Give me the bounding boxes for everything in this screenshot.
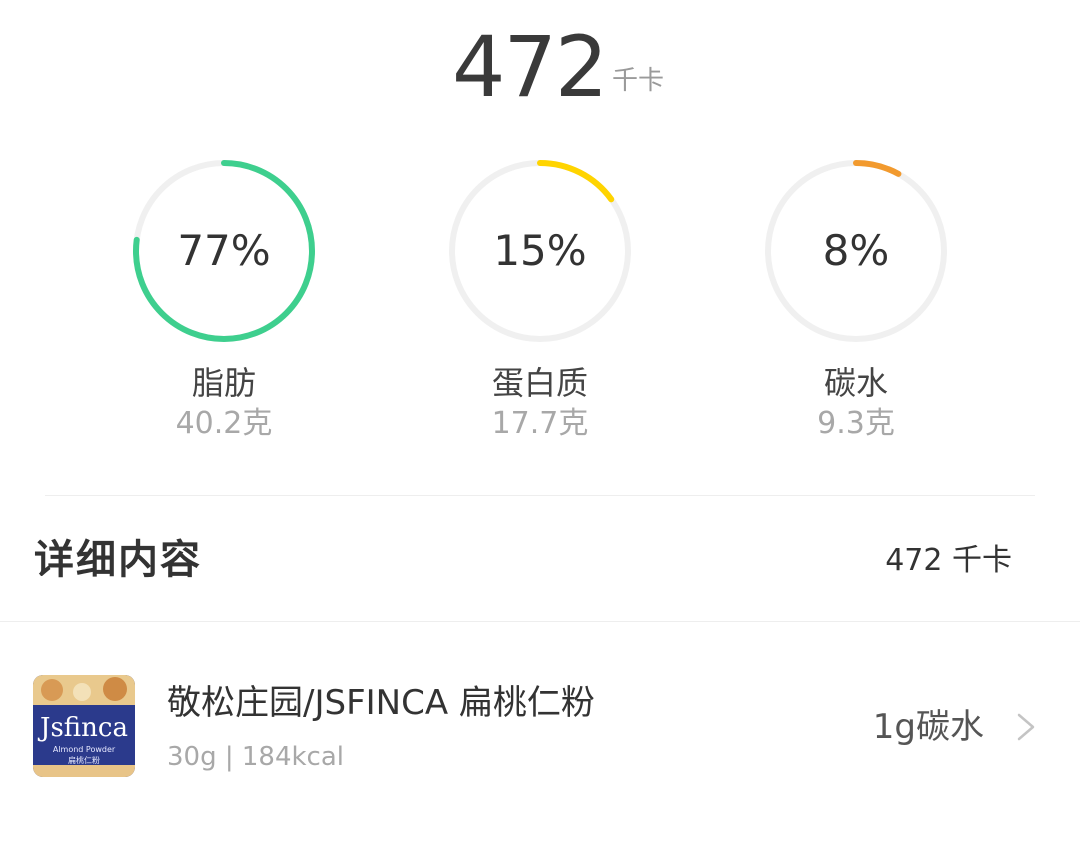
macro-fat: 77% 脂肪 40.2克 <box>124 155 324 455</box>
protein-percent: 15% <box>493 226 587 275</box>
carbs-percent: 8% <box>822 226 890 275</box>
food-thumbnail-subtitle: Almond Powder <box>52 745 116 754</box>
food-thumbnail-decor <box>103 677 127 701</box>
food-thumbnail-decor <box>73 683 91 701</box>
fat-label: 脂肪 <box>191 364 256 402</box>
food-serving-info: 30g | 184kcal <box>167 742 345 772</box>
food-thumbnail-bottom <box>33 765 135 777</box>
food-name: 敬松庄园/JSFINCA 扁桃仁粉 <box>167 683 595 723</box>
macro-carbs: 8% 碳水 9.3克 <box>756 155 956 455</box>
section-divider <box>45 495 1035 496</box>
total-calories-unit: 千卡 <box>612 66 665 96</box>
fat-grams: 40.2克 <box>175 406 273 441</box>
food-thumbnail-decor <box>41 679 63 701</box>
food-thumbnail-brand: Jsfinca <box>40 713 128 743</box>
protein-grams: 17.7克 <box>491 406 589 441</box>
fat-percent: 77% <box>177 226 271 275</box>
carbs-label: 碳水 <box>823 364 888 402</box>
detail-total-calories: 472 千卡 <box>885 543 1012 578</box>
detail-section-title: 详细内容 <box>34 537 202 583</box>
carbs-grams: 9.3克 <box>817 406 895 441</box>
protein-label: 蛋白质 <box>491 364 588 402</box>
detail-divider <box>0 621 1080 622</box>
food-macro-value: 1g碳水 <box>872 707 984 747</box>
chevron-right-icon[interactable] <box>1016 712 1036 742</box>
macro-protein: 15% 蛋白质 17.7克 <box>440 155 640 455</box>
food-list-item[interactable]: Jsfinca Almond Powder 扁桃仁粉 敬松庄园/JSFINCA … <box>0 640 1080 810</box>
total-calories: 472 千卡 <box>0 22 1080 112</box>
food-thumbnail: Jsfinca Almond Powder 扁桃仁粉 <box>33 675 135 777</box>
total-calories-value: 472 <box>452 18 608 116</box>
